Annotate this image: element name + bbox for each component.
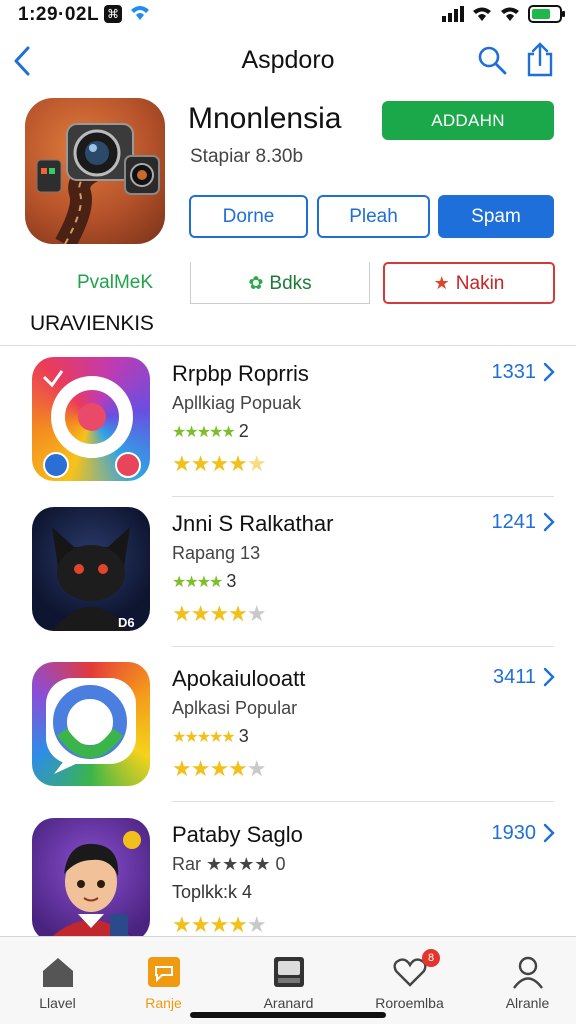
bat-mascot-icon: D6 [32, 507, 150, 631]
app-category: Aplkasi Popular [172, 698, 298, 718]
wifi-icon [501, 7, 519, 21]
status-time: 1:29·02L [18, 4, 100, 25]
tab-ranje[interactable]: Ranje [106, 945, 221, 1015]
star-icon: ★ [433, 273, 450, 293]
leaf-icon: ✿ [248, 273, 264, 293]
camera-ring-icon [32, 357, 150, 481]
chevron-right-icon[interactable] [542, 822, 556, 844]
rating-count: Toplkk:k 4 [172, 882, 252, 903]
app-name: Pataby Saglo [172, 822, 303, 847]
app-category: Apllkiag Popuak [172, 393, 302, 413]
segment-label: Nakin [455, 273, 505, 294]
list-item[interactable]: Apokaiulooatt Aplkasi Popular ★★★★★ 3 ★★… [0, 652, 576, 802]
list-item[interactable]: D6 Jnni S Ralkathar Rapang 13 ★★★★ 3 ★★★… [0, 497, 576, 647]
app-count: 1331 [491, 361, 537, 383]
app-category: Rapang 13 [172, 543, 261, 563]
list-item[interactable]: Rrpbp Roprris Apllkiag Popuak ★★★★★ 2 ★★… [0, 347, 576, 497]
person-icon [513, 956, 543, 989]
app-name: Jnni S Ralkathar [172, 511, 334, 536]
notification-badge: 8 [422, 949, 440, 967]
hero-app-icon[interactable] [25, 98, 165, 244]
cassette-icon [274, 957, 304, 987]
rating-count-text: Toplkk:k 4 [172, 882, 253, 902]
battery-fill [532, 9, 550, 19]
rating-count-text: 3 [238, 726, 249, 746]
status-bar: 1:29·02L ⌘ [0, 0, 576, 30]
chevron-right-icon[interactable] [542, 511, 556, 533]
small-stars: ★★★★ [172, 574, 223, 591]
rating-count: ★★★★ 3 [172, 571, 236, 592]
segment-nakin[interactable]: ★ Nakin [383, 262, 555, 304]
home-icon [43, 958, 73, 987]
rating-count-text: 2 [238, 421, 249, 441]
tab-bar: Llavel Ranje Aranard 8 Roroemlba Alranle [0, 936, 576, 1024]
divider [172, 801, 554, 802]
star-rating: ★★★★★ [172, 912, 267, 937]
app-count: 3411 [492, 666, 536, 688]
status-indicators [442, 5, 565, 23]
status-app-icon: ⌘ [104, 5, 122, 23]
search-icon[interactable] [476, 44, 508, 76]
app-count: 1930 [491, 822, 537, 844]
chat-rainbow-icon [32, 662, 150, 786]
small-stars: ★★★★★ [172, 729, 236, 746]
wifi-icon [131, 6, 149, 20]
star-rating: ★★★★★ [172, 756, 267, 781]
rating-count: ★★★★★ 2 [172, 421, 249, 442]
share-icon[interactable] [524, 42, 556, 78]
segment-bdks[interactable]: ✿ Bdks [190, 262, 370, 304]
tab-label: Alranle [505, 995, 550, 1011]
tab-label: Ranje [145, 995, 182, 1011]
home-indicator[interactable] [190, 1012, 386, 1018]
nav-bar: Aspdoro [0, 38, 576, 86]
divider [0, 345, 576, 346]
camera-road-icon [36, 123, 160, 244]
app-category: Rar ★★★★ 0 [172, 854, 286, 874]
star-rating: ★★★★★ [172, 451, 267, 476]
avatar-boy-icon [32, 818, 150, 942]
tab-label: Roroemlba [375, 995, 444, 1011]
tab-label: Aranard [263, 995, 314, 1011]
wifi-icon [473, 7, 491, 21]
app-name: Apokaiulooatt [172, 666, 306, 691]
svg-text:D6: D6 [118, 615, 135, 630]
segment-label: Bdks [269, 273, 312, 294]
divider [172, 646, 554, 647]
small-stars: ★★★★★ [172, 424, 236, 441]
segment-pvalmek[interactable]: PvalMeK [40, 262, 190, 304]
done-button[interactable]: Dorne [189, 195, 308, 238]
tab-llavel[interactable]: Llavel [0, 945, 115, 1015]
tab-label: Llavel [39, 995, 76, 1011]
app-title: Mnonlensia [188, 102, 342, 135]
get-button[interactable]: ADDAHN [382, 101, 554, 140]
tab-roroemlba[interactable]: 8 Roroemlba [352, 945, 467, 1015]
star-rating: ★★★★★ [172, 601, 267, 626]
app-name: Rrpbp Roprris [172, 361, 309, 386]
chevron-right-icon[interactable] [542, 361, 556, 383]
chevron-right-icon[interactable] [542, 666, 556, 688]
signal-icon [442, 6, 464, 22]
chat-bubble-icon [148, 957, 180, 987]
app-subtitle: Stapiar 8.30b [190, 146, 304, 167]
battery-icon [528, 5, 565, 23]
rating-count-text: 3 [226, 571, 237, 591]
tab-alranle[interactable]: Alranle [470, 945, 576, 1015]
rating-count: ★★★★★ 3 [172, 726, 249, 747]
tab-aranard[interactable]: Aranard [231, 945, 346, 1015]
segment-label: PvalMeK [76, 272, 154, 293]
section-heading: URAVIENKIS [30, 312, 154, 335]
spam-button[interactable]: Spam [438, 195, 554, 238]
pleah-button[interactable]: Pleah [317, 195, 430, 238]
app-count: 1241 [491, 511, 537, 533]
